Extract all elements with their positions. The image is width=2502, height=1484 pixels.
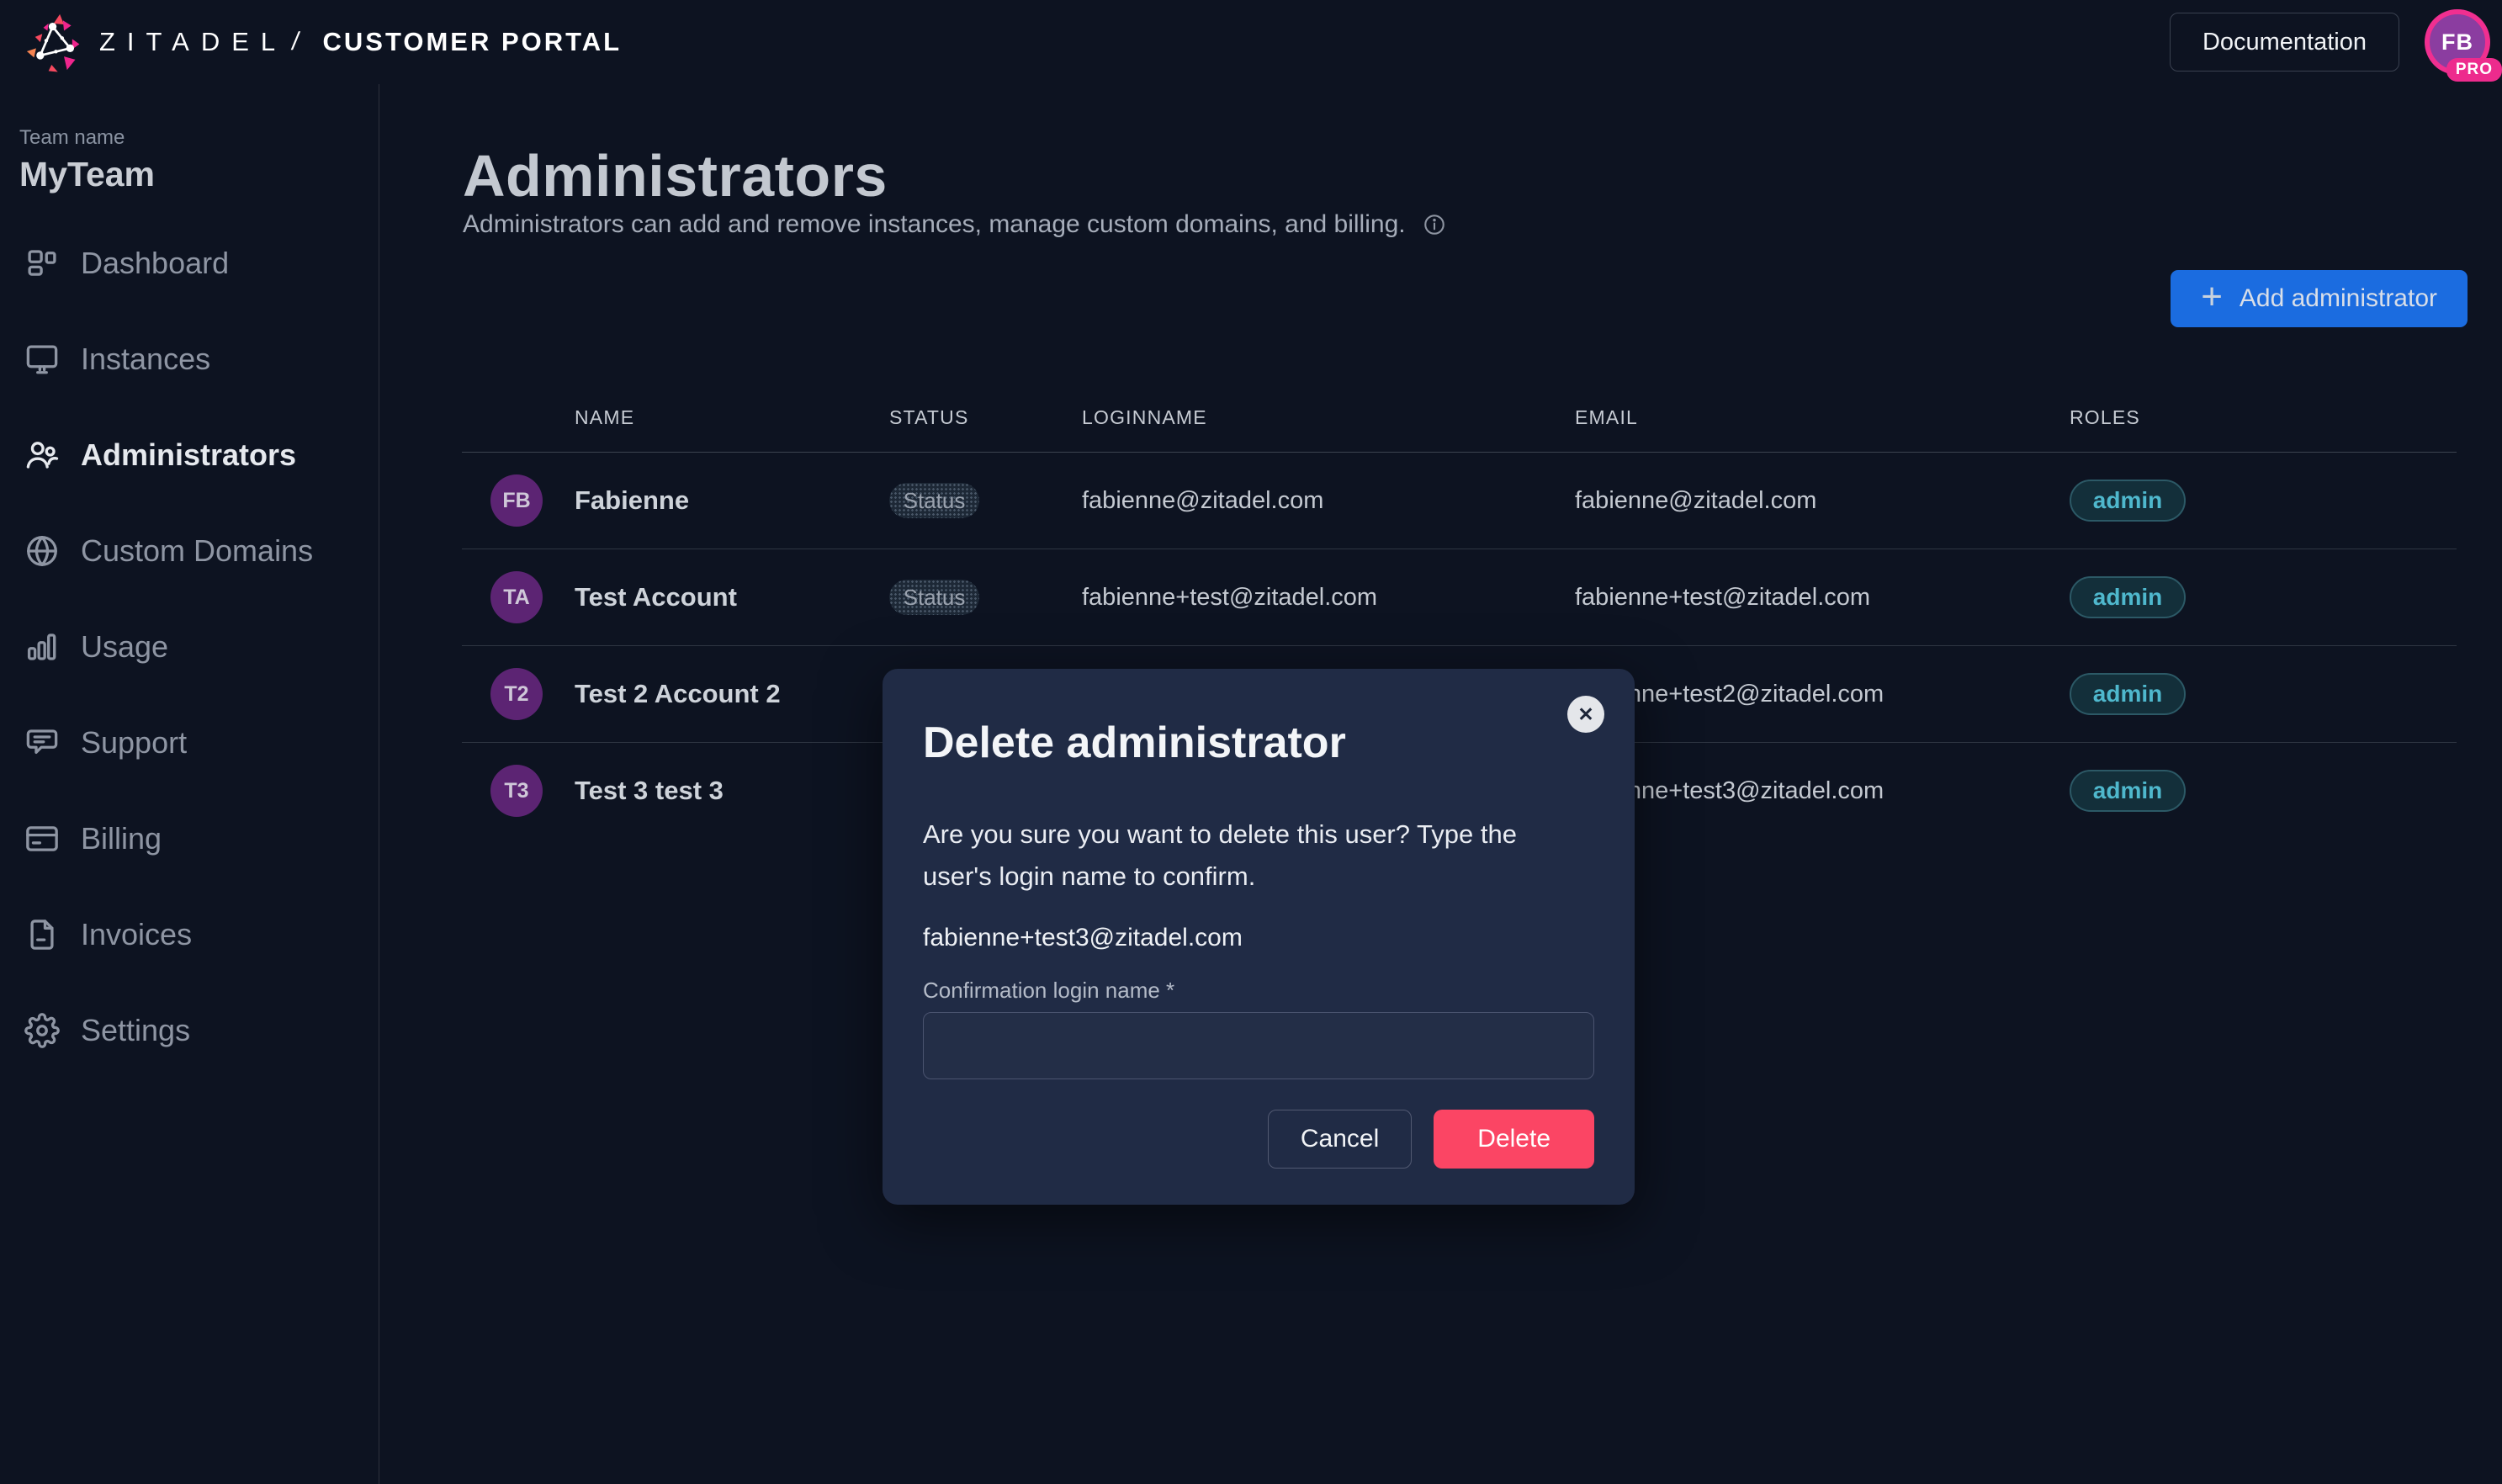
- sidebar-item-settings[interactable]: Settings: [0, 983, 378, 1079]
- sidebar-nav: Dashboard Instances Administrators Custom D…: [0, 215, 378, 1079]
- administrators-icon: [24, 437, 61, 474]
- loginname-cell: fabienne+test@zitadel.com: [1082, 584, 1575, 612]
- sidebar-item-label: Administrators: [81, 437, 296, 473]
- sidebar: Team name MyTeam Dashboard Instances Admin…: [0, 84, 379, 1484]
- page-subtitle: Administrators can add and remove instan…: [463, 210, 1406, 239]
- usage-icon: [24, 628, 61, 665]
- status-badge: Status: [889, 483, 979, 518]
- instances-icon: [24, 341, 61, 378]
- invoices-icon: [24, 916, 61, 953]
- role-badge: admin: [2070, 576, 2186, 618]
- roles-cell: admin: [2070, 480, 2457, 522]
- portal-title: CUSTOMER PORTAL: [323, 27, 623, 57]
- admin-name: Fabienne: [575, 485, 889, 516]
- role-badge: admin: [2070, 770, 2186, 812]
- pro-badge: PRO: [2446, 58, 2502, 82]
- modal-body-text: Are you sure you want to delete this use…: [923, 814, 1594, 897]
- avatar: TA: [490, 571, 543, 623]
- table-row[interactable]: TA Test AccountStatus fabienne+test@zitade…: [462, 549, 2457, 646]
- sidebar-item-usage[interactable]: Usage: [0, 599, 378, 695]
- team-name-label: Team name: [19, 126, 125, 150]
- sidebar-item-label: Settings: [81, 1013, 190, 1048]
- column-header-roles: ROLES: [2070, 406, 2457, 429]
- top-header: ZITADEL / CUSTOMER PORTAL Documentation …: [0, 0, 2502, 84]
- sidebar-item-label: Usage: [81, 629, 168, 665]
- sidebar-item-custom-domains[interactable]: Custom Domains: [0, 503, 378, 599]
- add-administrator-label: Add administrator: [2240, 284, 2437, 313]
- user-avatar[interactable]: FB PRO: [2425, 9, 2490, 75]
- status-cell: Status: [889, 580, 1082, 615]
- close-icon[interactable]: ✕: [1567, 696, 1604, 733]
- settings-icon: [24, 1012, 61, 1049]
- support-icon: [24, 724, 61, 761]
- sidebar-item-billing[interactable]: Billing: [0, 791, 378, 887]
- roles-cell: admin: [2070, 770, 2457, 812]
- role-badge: admin: [2070, 480, 2186, 522]
- sidebar-item-support[interactable]: Support: [0, 695, 378, 791]
- avatar: T2: [490, 668, 543, 720]
- cancel-button[interactable]: Cancel: [1268, 1110, 1412, 1169]
- sidebar-item-instances[interactable]: Instances: [0, 311, 378, 407]
- role-badge: admin: [2070, 673, 2186, 715]
- sidebar-item-label: Billing: [81, 821, 162, 856]
- table-row[interactable]: FB FabienneStatus fabienne@zitadel.comfabi…: [462, 453, 2457, 549]
- sidebar-item-dashboard[interactable]: Dashboard: [0, 215, 378, 311]
- page-subtitle-row: Administrators can add and remove instan…: [463, 210, 1446, 239]
- billing-icon: [24, 820, 61, 857]
- admin-name: Test 2 Account 2: [575, 679, 889, 709]
- sidebar-item-administrators[interactable]: Administrators: [0, 407, 378, 503]
- email-cell: fabienne+test3@zitadel.com: [1575, 777, 2070, 805]
- admin-name: Test Account: [575, 582, 889, 612]
- avatar: T3: [490, 765, 543, 817]
- email-cell: fabienne+test2@zitadel.com: [1575, 681, 2070, 708]
- avatar-cell: T3: [462, 765, 575, 817]
- page-title: Administrators: [463, 142, 888, 209]
- zitadel-logo-icon: [24, 10, 86, 74]
- avatar: FB: [490, 474, 543, 527]
- brand-separator: /: [290, 28, 301, 56]
- modal-actions: Cancel Delete: [923, 1110, 1594, 1169]
- delete-administrator-modal: ✕ Delete administrator Are you sure you …: [883, 669, 1635, 1205]
- status-cell: Status: [889, 483, 1082, 518]
- avatar-cell: FB: [462, 474, 575, 527]
- email-cell: fabienne@zitadel.com: [1575, 487, 2070, 515]
- sidebar-item-label: Dashboard: [81, 246, 229, 281]
- admin-name: Test 3 test 3: [575, 776, 889, 806]
- confirmation-login-name-label: Confirmation login name *: [923, 978, 1594, 1004]
- column-header-email: EMAIL: [1575, 406, 2070, 429]
- delete-button[interactable]: Delete: [1434, 1110, 1594, 1169]
- sidebar-item-label: Custom Domains: [81, 533, 313, 569]
- avatar-cell: T2: [462, 668, 575, 720]
- column-header-name: NAME: [575, 406, 889, 429]
- column-header-loginname: LOGINNAME: [1082, 406, 1575, 429]
- roles-cell: admin: [2070, 576, 2457, 618]
- column-header-status: STATUS: [889, 406, 1082, 429]
- modal-title: Delete administrator: [923, 718, 1594, 768]
- sidebar-item-label: Invoices: [81, 917, 192, 952]
- roles-cell: admin: [2070, 673, 2457, 715]
- header-actions: Documentation FB PRO: [2170, 9, 2502, 75]
- avatar-cell: TA: [462, 571, 575, 623]
- info-icon[interactable]: [1423, 213, 1446, 236]
- custom-domains-icon: [24, 533, 61, 570]
- modal-login-name: fabienne+test3@zitadel.com: [923, 924, 1594, 952]
- brand-title: ZITADEL: [99, 27, 287, 57]
- add-administrator-button[interactable]: + Add administrator: [2171, 270, 2468, 327]
- dashboard-icon: [24, 245, 61, 282]
- email-cell: fabienne+test@zitadel.com: [1575, 584, 2070, 612]
- team-name: MyTeam: [19, 155, 155, 194]
- sidebar-item-label: Support: [81, 725, 187, 761]
- table-header: NAME STATUS LOGINNAME EMAIL ROLES: [462, 383, 2457, 453]
- sidebar-item-invoices[interactable]: Invoices: [0, 887, 378, 983]
- sidebar-item-label: Instances: [81, 342, 210, 377]
- confirmation-login-name-input[interactable]: [923, 1012, 1594, 1079]
- documentation-button[interactable]: Documentation: [2170, 13, 2399, 72]
- plus-icon: +: [2201, 278, 2223, 315]
- status-badge: Status: [889, 580, 979, 615]
- loginname-cell: fabienne@zitadel.com: [1082, 487, 1575, 515]
